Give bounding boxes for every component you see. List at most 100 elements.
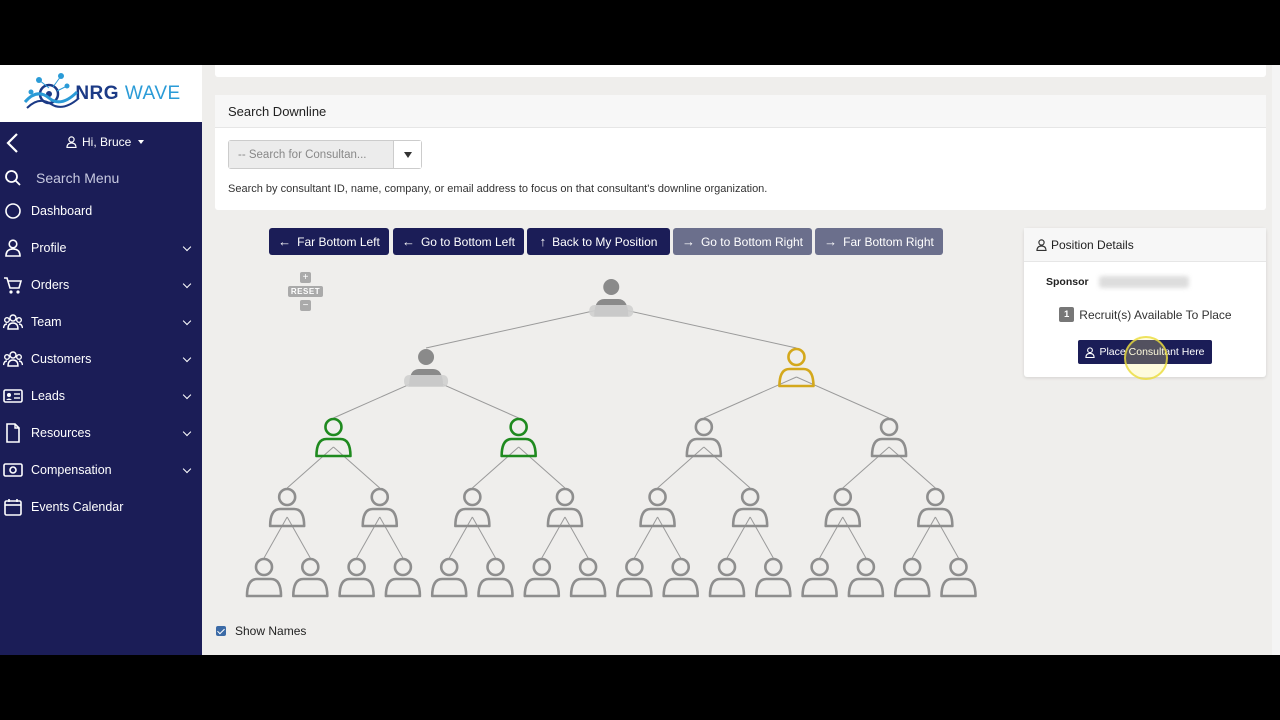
sidebar-item-leads[interactable]: Leads [0, 377, 202, 414]
tree-node-empty[interactable] [662, 557, 699, 598]
position-details-title: Position Details [1051, 237, 1134, 252]
tree-node-empty[interactable] [940, 557, 977, 598]
tree-node-empty[interactable] [477, 557, 514, 598]
user-menu[interactable]: Hi, Bruce [66, 135, 145, 149]
arrow-icon: ↑ [539, 234, 547, 249]
search-menu-label: Search Menu [36, 170, 120, 186]
tree-node-empty[interactable] [893, 557, 931, 598]
tree-node-empty[interactable] [569, 557, 607, 598]
tree-node-empty[interactable] [685, 417, 723, 458]
show-names-checkbox[interactable] [216, 626, 226, 636]
dropdown-toggle[interactable] [393, 141, 421, 168]
user-icon [2, 238, 24, 258]
calendar-icon [2, 497, 24, 517]
far-bottom-right-button[interactable]: → Far Bottom Right [815, 228, 943, 255]
tree-node-empty[interactable] [245, 557, 283, 598]
chevron-left-icon[interactable] [4, 132, 22, 154]
sidebar-item-compensation[interactable]: Compensation [0, 451, 202, 488]
sidebar-item-label: Profile [31, 240, 67, 255]
top-card [215, 65, 1266, 77]
tree-node-empty[interactable] [546, 487, 584, 528]
sidebar-item-events-calendar[interactable]: Events Calendar [0, 488, 202, 525]
sidebar-item-resources[interactable]: Resources [0, 414, 202, 451]
tree-connector [749, 516, 774, 559]
person-icon-head [578, 557, 598, 577]
tree-connector [842, 516, 867, 559]
back-to-my-position-button[interactable]: ↑ Back to My Position [527, 228, 670, 255]
tree-node-filled[interactable] [404, 349, 449, 387]
consultant-search-placeholder[interactable]: -- Search for Consultan... [229, 141, 393, 168]
person-icon-body [801, 577, 838, 598]
chevron-down-icon [182, 316, 192, 326]
tree-node-empty[interactable] [430, 557, 468, 598]
sidebar-item-team[interactable]: Team [0, 303, 202, 340]
tree-node-open[interactable] [778, 347, 815, 388]
tree-node-empty[interactable] [801, 557, 838, 598]
tree-node-empty[interactable] [384, 557, 422, 598]
tree-connector [633, 516, 658, 559]
tree-node-empty[interactable] [917, 487, 954, 528]
user-icon [1085, 346, 1096, 358]
sidebar-item-orders[interactable]: Orders [0, 266, 202, 303]
tree-node-empty[interactable] [338, 557, 375, 598]
person-icon-head [532, 557, 552, 577]
person-icon-head [254, 557, 274, 577]
person-icon-body [245, 577, 283, 598]
tree-connector [564, 516, 589, 559]
document-icon [2, 422, 24, 443]
sidebar-item-dashboard[interactable]: Dashboard [0, 192, 202, 229]
app-frame: NRG WAVE Hi, Bruce Search Menu Dashboard… [0, 65, 1280, 655]
show-names-toggle[interactable]: Show Names [216, 624, 306, 638]
search-menu[interactable]: Search Menu [0, 164, 202, 192]
sidebar-item-label: Events Calendar [31, 499, 124, 514]
tree-node-active[interactable] [315, 417, 352, 458]
tree-node-empty[interactable] [292, 557, 329, 598]
money-icon [2, 460, 24, 480]
chevron-down-icon [182, 427, 192, 437]
tree-node-empty[interactable] [616, 557, 653, 598]
tree-node-empty[interactable] [523, 557, 561, 598]
person-icon-head [856, 557, 876, 577]
nav-button-label: Go to Bottom Right [700, 234, 804, 249]
sidebar-item-label: Orders [31, 277, 70, 292]
go-to-bottom-right-button[interactable]: → Go to Bottom Right [673, 228, 812, 255]
sidebar-item-profile[interactable]: Profile [0, 229, 202, 266]
far-bottom-left-button[interactable]: ← Far Bottom Left [269, 228, 389, 255]
tree-connector [934, 516, 959, 559]
person-icon-head [833, 487, 853, 507]
person-icon-head [324, 417, 343, 437]
tree-node-empty[interactable] [847, 557, 885, 598]
tree-node-empty[interactable] [454, 487, 491, 528]
tree-node-empty[interactable] [268, 487, 306, 528]
tree-connector [657, 446, 705, 489]
tree-node-empty[interactable] [824, 487, 862, 528]
tree-node-empty[interactable] [755, 557, 792, 598]
person-icon-head [879, 417, 899, 437]
person-icon-head [463, 487, 482, 507]
tree-connector [472, 446, 519, 489]
go-to-bottom-left-button[interactable]: ← Go to Bottom Left [393, 228, 524, 255]
tree-node-empty[interactable] [639, 487, 676, 528]
node-name-redacted [589, 305, 634, 317]
person-icon-body [292, 577, 329, 598]
sidebar-item-customers[interactable]: Customers [0, 340, 202, 377]
tree-connector [263, 516, 288, 559]
tree-connector [819, 516, 844, 559]
person-icon-head [740, 487, 760, 507]
tree-node-filled[interactable] [589, 279, 634, 317]
sidebar-item-label: Compensation [31, 462, 112, 477]
tree-node-empty[interactable] [731, 487, 769, 528]
brand-logo[interactable]: NRG WAVE [0, 65, 202, 122]
tree-node-empty[interactable] [361, 487, 399, 528]
scrollbar[interactable] [1272, 65, 1280, 655]
tree-node-empty[interactable] [870, 417, 908, 458]
person-icon-head [671, 557, 691, 577]
chevron-down-icon [182, 390, 192, 400]
person-icon-head [277, 487, 297, 507]
tree-node-empty[interactable] [708, 557, 746, 598]
user-greeting: Hi, Bruce [82, 135, 132, 149]
tree-node-active[interactable] [500, 417, 537, 458]
tree-connector [657, 516, 682, 559]
tree-connector [911, 516, 936, 559]
consultant-search-select[interactable]: -- Search for Consultan... [228, 140, 422, 169]
